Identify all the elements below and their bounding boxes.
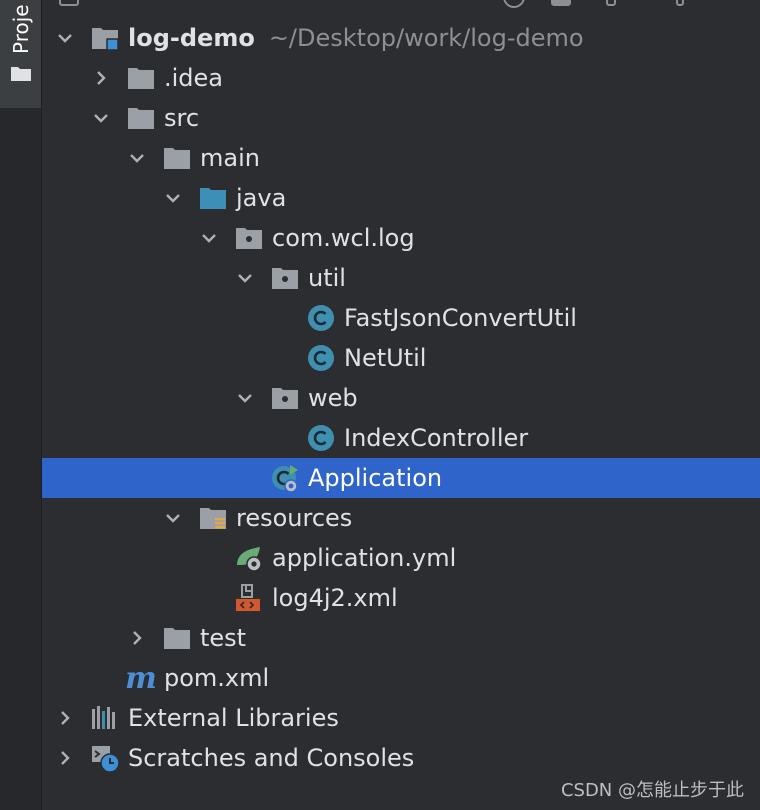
settings-icon[interactable]	[676, 0, 684, 6]
package-icon	[272, 268, 298, 289]
tree-row-label: Scratches and Consoles	[128, 744, 415, 772]
source-folder-icon	[200, 188, 226, 209]
chevron-right-icon[interactable]	[90, 67, 112, 89]
spring-config-icon	[237, 547, 262, 572]
tree-row-test[interactable]: test	[42, 618, 760, 658]
folder-icon	[164, 148, 190, 169]
project-toolbar	[41, 0, 760, 8]
tree-row-label: pom.xml	[164, 664, 270, 692]
folder-icon	[164, 628, 190, 649]
tree-row-label: IndexController	[344, 424, 529, 452]
spring-boot-class-icon	[272, 465, 298, 493]
scratches-clock-icon	[92, 746, 120, 773]
package-icon	[272, 388, 298, 409]
module-folder-icon	[92, 28, 119, 51]
chevron-right-icon[interactable]	[54, 747, 76, 769]
tree-row-label: External Libraries	[128, 704, 339, 732]
chevron-right-icon[interactable]	[126, 627, 148, 649]
tree-row-label: Application	[308, 464, 443, 492]
tree-row-java[interactable]: java	[42, 178, 760, 218]
tree-row-class-application[interactable]: Application	[42, 458, 760, 498]
class-icon	[308, 345, 334, 371]
chevron-down-icon[interactable]	[198, 227, 220, 249]
tree-row-class-fastjsonconvertutil[interactable]: FastJsonConvertUtil	[42, 298, 760, 338]
options-icon[interactable]	[606, 0, 616, 6]
tree-row-label: web	[308, 384, 358, 412]
tree-row-log-demo[interactable]: log-demo ~/Desktop/work/log-demo	[42, 18, 760, 58]
module-name: log-demo	[128, 24, 255, 52]
tree-row-class-netutil[interactable]: NetUtil	[42, 338, 760, 378]
chevron-right-icon[interactable]	[54, 707, 76, 729]
class-icon	[308, 425, 334, 451]
tree-row-label: NetUtil	[344, 344, 427, 372]
chevron-down-icon[interactable]	[126, 147, 148, 169]
tree-row-package-com-wcl-log[interactable]: com.wcl.log	[42, 218, 760, 258]
tree-row-label: application.yml	[272, 544, 457, 572]
tree-row-file-log4j2-xml[interactable]: log4j2.xml	[42, 578, 760, 618]
chevron-down-icon[interactable]	[234, 267, 256, 289]
resources-folder-icon	[200, 508, 226, 529]
tree-row-src[interactable]: src	[42, 98, 760, 138]
tree-row-label: util	[308, 264, 346, 292]
module-path: ~/Desktop/work/log-demo	[268, 24, 584, 52]
chevron-down-icon[interactable]	[162, 187, 184, 209]
class-icon	[308, 305, 334, 331]
tree-row-label: FastJsonConvertUtil	[344, 304, 577, 332]
folder-icon	[11, 67, 31, 81]
tree-row-class-indexcontroller[interactable]: IndexController	[42, 418, 760, 458]
chevron-down-icon[interactable]	[162, 507, 184, 529]
project-tree: log-demo ~/Desktop/work/log-demo .idea sr…	[42, 18, 760, 778]
tree-row-idea[interactable]: .idea	[42, 58, 760, 98]
tree-row-main[interactable]: main	[42, 138, 760, 178]
collapse-icon[interactable]	[551, 0, 571, 6]
folder-icon	[128, 108, 154, 129]
chevron-down-icon[interactable]	[90, 107, 112, 129]
project-tab-label: Proje	[9, 4, 33, 54]
chevron-down-icon[interactable]	[234, 387, 256, 409]
tree-row-label: com.wcl.log	[272, 224, 415, 252]
target-icon[interactable]	[503, 0, 525, 8]
chevron-down-icon[interactable]	[54, 27, 76, 49]
tree-row-label: log4j2.xml	[272, 584, 398, 612]
libraries-icon	[92, 706, 115, 729]
tree-row-resources[interactable]: resources	[42, 498, 760, 538]
tree-row-label: test	[200, 624, 247, 652]
tree-row-label: src	[164, 104, 200, 132]
tree-row-file-application-yml[interactable]: application.yml	[42, 538, 760, 578]
package-icon	[236, 228, 262, 249]
tree-row-file-pom-xml[interactable]: m pom.xml	[42, 658, 760, 698]
tree-row-label: .idea	[164, 64, 224, 92]
maven-icon: m	[125, 660, 157, 696]
tree-row-package-web[interactable]: web	[42, 378, 760, 418]
tree-row-label: resources	[236, 504, 353, 532]
project-tool-window-tab[interactable]: Proje	[0, 0, 41, 108]
panel-icon[interactable]	[59, 0, 79, 6]
tree-row-scratches-and-consoles[interactable]: Scratches and Consoles	[42, 738, 760, 778]
watermark: CSDN @怎能止步于此	[560, 780, 744, 801]
tree-row-external-libraries[interactable]: External Libraries	[42, 698, 760, 738]
xml-file-icon	[236, 584, 260, 611]
tree-row-package-util[interactable]: util	[42, 258, 760, 298]
tree-row-label: main	[200, 144, 260, 172]
tool-window-strip: Proje	[0, 0, 42, 810]
folder-icon	[128, 68, 154, 89]
tree-row-label: java	[236, 184, 287, 212]
